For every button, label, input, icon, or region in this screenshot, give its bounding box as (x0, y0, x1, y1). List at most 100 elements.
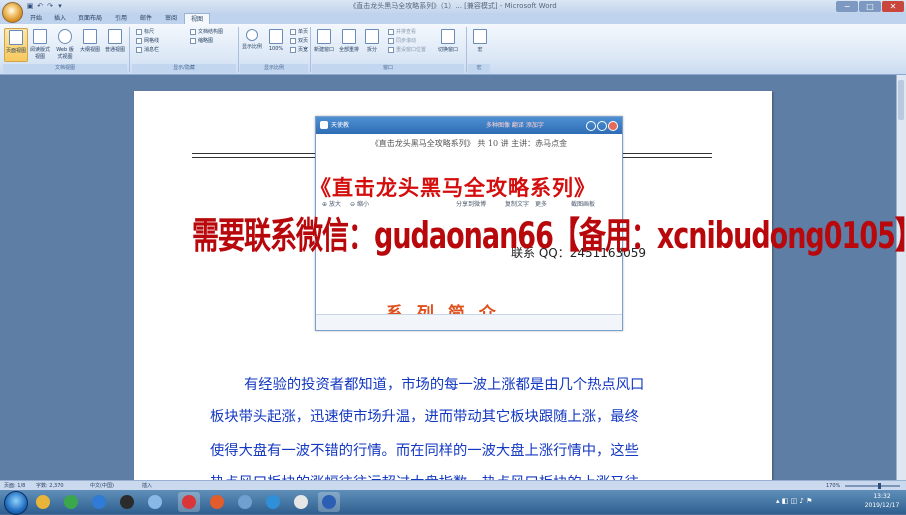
checkbox-icon (136, 28, 142, 35)
macros-button[interactable]: 宏 (469, 28, 491, 60)
draft-button[interactable]: 普通视图 (104, 28, 126, 60)
thumbnails-checkbox[interactable]: 缩略图 (190, 37, 213, 45)
taskbar-app[interactable] (178, 492, 200, 512)
checkbox-icon (136, 37, 142, 44)
two-pages-icon (290, 37, 296, 44)
undo-icon[interactable]: ↶ (36, 2, 44, 10)
web-layout-icon (58, 29, 72, 44)
minimize-button[interactable]: − (836, 1, 858, 12)
clock-time: 13:32 (873, 493, 891, 500)
close-button[interactable]: ✕ (882, 1, 904, 12)
ribbon-separator (466, 27, 467, 72)
office-button[interactable] (2, 2, 23, 23)
sync-scroll-button[interactable]: 同步滚动 (388, 37, 416, 45)
outline-icon (83, 29, 97, 44)
arrange-all-button[interactable]: 全部重排 (338, 28, 360, 60)
scrollbar-thumb[interactable] (898, 80, 904, 120)
watermark-title: 《直击龙头黑马全攻略系列》 (310, 175, 596, 200)
group-label-macros: 宏 (468, 64, 490, 73)
close-icon[interactable] (608, 121, 618, 131)
tab-review[interactable]: 审阅 (160, 13, 182, 24)
series-heading: 系 列 简 介 (386, 304, 500, 314)
print-layout-button[interactable]: 页面视图 (4, 28, 28, 62)
group-label-show-hide: 显示/隐藏 (132, 64, 236, 73)
zoom-slider-thumb[interactable] (878, 483, 881, 489)
side-by-side-button[interactable]: 并排查看 (388, 28, 416, 36)
side-by-side-icon (388, 28, 394, 35)
two-pages-button[interactable]: 双页 (290, 37, 308, 45)
body-line: 有经验的投资者都知道，市场的每一波上涨都是由几个热点风口 (244, 377, 645, 393)
switch-windows-button[interactable]: 切换窗口 (437, 28, 459, 60)
clock-date: 2019/12/17 (864, 502, 900, 509)
taskbar-app[interactable] (318, 492, 340, 512)
zoom-100-button[interactable]: 100% (265, 28, 287, 60)
tab-insert[interactable]: 插入 (49, 13, 71, 24)
reading-layout-button[interactable]: 阅读版式视图 (29, 28, 51, 60)
checkbox-icon (136, 46, 142, 53)
save-icon[interactable]: ▣ (26, 2, 34, 10)
word-app-icon (322, 495, 336, 509)
ruler-checkbox[interactable]: 标尺 (136, 28, 154, 36)
player-app-icon (294, 495, 308, 509)
taskbar-app[interactable] (116, 492, 138, 512)
tab-mailings[interactable]: 邮件 (135, 13, 157, 24)
reader-header-links[interactable]: 多种图像 翻译 添加字 (486, 120, 544, 131)
draft-icon (108, 29, 122, 44)
ribbon-separator (310, 27, 311, 72)
zoom-button[interactable]: 显示比例 (241, 28, 263, 60)
k-app-icon (92, 495, 106, 509)
checkbox-icon (190, 28, 196, 35)
taskbar-app[interactable] (262, 492, 284, 512)
taskbar-app[interactable] (88, 492, 110, 512)
clock[interactable]: 13:32 2019/12/17 (862, 492, 902, 510)
ribbon-tab-bar: 开始 插入 页面布局 引用 邮件 审阅 视图 (0, 13, 906, 24)
taskbar-app[interactable] (60, 492, 82, 512)
maximize-icon[interactable] (597, 121, 607, 131)
reader-doc-header: 《直击龙头黑马全攻略系列》 共 10 讲 主讲：赤马点金 (370, 139, 568, 148)
tab-references[interactable]: 引用 (110, 13, 132, 24)
document-map-checkbox[interactable]: 文档结构图 (190, 28, 223, 36)
macros-icon (473, 29, 487, 44)
message-bar-checkbox[interactable]: 消息栏 (136, 46, 159, 54)
taskbar-app[interactable] (234, 492, 256, 512)
tab-view[interactable]: 视图 (184, 13, 210, 24)
ribbon-separator (238, 27, 239, 72)
split-button[interactable]: 拆分 (361, 28, 383, 60)
split-icon (365, 29, 379, 44)
taskbar-app[interactable] (32, 492, 54, 512)
zoom-slider[interactable] (845, 485, 900, 487)
taskbar-app[interactable] (144, 492, 166, 512)
title-bar: 《直击龙头黑马全攻略系列》（1）... [兼容模式] - Microsoft W… (0, 0, 906, 13)
web-layout-button[interactable]: Web 版式视图 (54, 28, 76, 60)
print-layout-icon (9, 30, 23, 45)
taskbar-app[interactable] (290, 492, 312, 512)
one-page-button[interactable]: 单页 (290, 28, 308, 36)
maximize-button[interactable]: □ (859, 1, 881, 12)
gridlines-checkbox[interactable]: 网格线 (136, 37, 159, 45)
page-width-button[interactable]: 页宽 (290, 46, 308, 54)
vertical-scrollbar[interactable] (896, 75, 906, 480)
tab-page-layout[interactable]: 页面布局 (73, 13, 107, 24)
new-window-button[interactable]: 新建窗口 (313, 28, 335, 60)
window-title: 《直击龙头黑马全攻略系列》（1）... [兼容模式] - Microsoft W… (349, 2, 557, 10)
ribbon-separator (129, 27, 130, 72)
group-label-zoom: 显示比例 (240, 64, 308, 73)
body-line: 板块带头起涨，迅速使市场升温，进而带动其它板块跟随上涨，最终 (210, 409, 639, 425)
checkbox-icon (190, 37, 196, 44)
outline-button[interactable]: 大纲视图 (79, 28, 101, 60)
customize-quick-access-icon[interactable]: ▾ (56, 2, 64, 10)
redo-icon[interactable]: ↷ (46, 2, 54, 10)
group-label-document-views: 文档视图 (3, 64, 127, 73)
system-tray[interactable]: ▴ ◧ ◫ ♪ ⚑ (776, 494, 856, 508)
reader-toolbar (316, 314, 622, 330)
network-app-icon (148, 495, 162, 509)
minimize-icon[interactable] (586, 121, 596, 131)
new-window-icon (317, 29, 331, 44)
sync-scroll-icon (388, 37, 394, 44)
tab-home[interactable]: 开始 (25, 13, 47, 24)
reset-position-button[interactable]: 重设窗口位置 (388, 46, 426, 54)
taskbar-app[interactable] (206, 492, 228, 512)
body-line: 热点风口板块的涨幅往往远超过大盘指数，热点风口板块的上涨又往 (210, 471, 700, 480)
dark-app-icon (120, 495, 134, 509)
start-button[interactable] (4, 491, 28, 515)
